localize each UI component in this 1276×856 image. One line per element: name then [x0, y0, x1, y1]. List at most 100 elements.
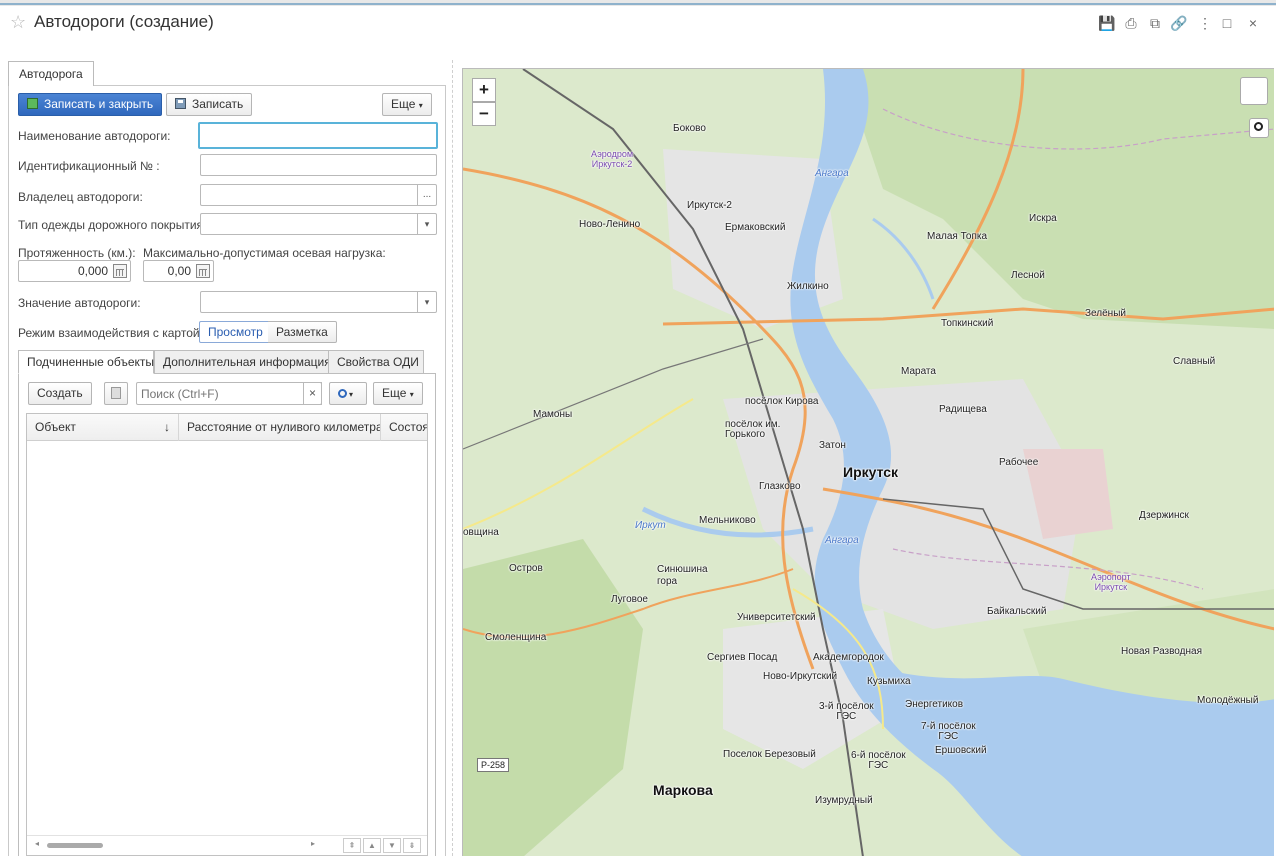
road-owner-input[interactable]: [200, 184, 418, 206]
axle-load-input[interactable]: 0,00: [143, 260, 214, 282]
scroll-right-icon[interactable]: ▸: [311, 839, 315, 848]
place-label: Сергиев Посад: [707, 652, 778, 663]
road-owner-label: Владелец автодороги:: [18, 190, 143, 204]
place-label: 3-й посёлок ГЭС: [819, 701, 874, 722]
scroll-up-icon[interactable]: ▲: [363, 838, 381, 853]
scroll-first-icon[interactable]: ⇞: [343, 838, 361, 853]
road-name-label: Наименование автодороги:: [18, 129, 171, 143]
place-label: Затон: [819, 440, 846, 451]
calculator-icon[interactable]: [196, 264, 210, 278]
link-icon[interactable]: 🔗: [1170, 14, 1188, 32]
id-number-label: Идентификационный № :: [18, 159, 160, 173]
list-more-button[interactable]: Еще ▾: [373, 382, 423, 405]
place-label: Энергетиков: [905, 699, 964, 710]
map-layer-button[interactable]: [1240, 77, 1268, 105]
surface-type-dropdown[interactable]: ▾: [417, 213, 437, 235]
place-label: посёлок им. Горького: [725, 419, 781, 440]
more-button[interactable]: Еще ▾: [382, 93, 432, 116]
road-name-input[interactable]: [198, 122, 438, 149]
place-label: Ершовский: [935, 745, 987, 756]
chevron-down-icon: ▾: [424, 219, 430, 229]
print-icon[interactable]: ⎙: [1122, 14, 1140, 32]
chevron-down-icon: ▾: [424, 297, 430, 307]
create-button[interactable]: Создать: [28, 382, 92, 405]
place-label: Синюшина гора: [657, 564, 708, 587]
more-label: Еще: [391, 97, 416, 111]
column-distance[interactable]: Расстояние от нуливого километра: [179, 414, 381, 441]
window-accent-line: [0, 3, 1276, 5]
save-icon[interactable]: 💾: [1098, 14, 1116, 32]
place-label: Университетский: [737, 612, 816, 623]
road-significance-dropdown[interactable]: ▾: [417, 291, 437, 313]
place-label: Изумрудный: [815, 795, 873, 806]
more-actions-icon[interactable]: ⋮: [1196, 14, 1214, 32]
road-significance-input[interactable]: [200, 291, 418, 313]
place-label: Славный: [1173, 356, 1216, 367]
place-label: Ново-Иркутский: [763, 671, 838, 682]
tab-odi-properties[interactable]: Свойства ОДИ: [328, 350, 424, 374]
map-mode-label: Режим взаимодействия с картой:: [18, 326, 203, 340]
id-number-input[interactable]: [200, 154, 437, 176]
surface-type-input[interactable]: [200, 213, 418, 235]
preview-icon[interactable]: ⧉: [1146, 14, 1164, 32]
scroll-last-icon[interactable]: ⇟: [403, 838, 421, 853]
place-label: Молодёжный: [1197, 695, 1259, 706]
place-label: Глазково: [759, 481, 801, 492]
panel-splitter[interactable]: [452, 60, 453, 856]
favorite-star-icon[interactable]: ☆: [10, 12, 26, 32]
tab-additional-info[interactable]: Дополнительная информация: [154, 350, 331, 374]
tab-subordinate-objects[interactable]: Подчиненные объекты: [18, 350, 154, 374]
place-label: Академгородок: [813, 652, 884, 663]
place-label: Малая Топка: [927, 231, 988, 242]
length-input[interactable]: 0,000: [18, 260, 131, 282]
maximize-icon[interactable]: □: [1218, 14, 1236, 32]
save-button[interactable]: Записать: [166, 93, 253, 116]
place-label: Мамоны: [533, 409, 573, 420]
place-label: Аэродром Иркутск-2: [591, 149, 634, 169]
road-significance-label: Значение автодороги:: [18, 296, 141, 310]
place-label: Искра: [1029, 213, 1057, 224]
place-label: Маркова: [653, 782, 713, 798]
save-green-icon: [27, 98, 38, 109]
map-tiles: [463, 69, 1274, 856]
column-status[interactable]: Состоя: [381, 414, 427, 441]
map-search-button[interactable]: [1249, 118, 1269, 138]
save-label: Записать: [192, 97, 244, 111]
owner-select-button[interactable]: ...: [417, 184, 437, 206]
window-title: Автодороги (создание): [34, 12, 214, 31]
search-button[interactable]: ▾: [329, 382, 367, 405]
copy-button[interactable]: [104, 382, 128, 405]
place-label: Кузьмиха: [867, 676, 911, 687]
length-value: 0,000: [77, 264, 108, 278]
zoom-out-button[interactable]: −: [472, 102, 496, 126]
zoom-in-button[interactable]: +: [472, 78, 496, 102]
search-input[interactable]: [136, 382, 322, 405]
search-clear-icon[interactable]: ×: [303, 382, 322, 405]
place-label: овщина: [463, 527, 499, 538]
close-icon[interactable]: ×: [1244, 14, 1262, 32]
place-label: Топкинский: [941, 318, 994, 329]
calculator-icon[interactable]: [113, 264, 127, 278]
floppy-icon: [175, 98, 186, 109]
tab-road[interactable]: Автодорога: [8, 61, 94, 86]
place-label: Новая Разводная: [1121, 646, 1202, 657]
place-label: Иркутск: [843, 464, 899, 480]
list-more-label: Еще: [382, 386, 407, 400]
save-and-close-button[interactable]: Записать и закрыть: [18, 93, 163, 116]
map-view[interactable]: + − Р-258 Боково Аэродром Иркутск-2 Анга…: [462, 68, 1274, 856]
place-label: Аэропорт Иркутск: [1091, 572, 1131, 592]
scroll-down-icon[interactable]: ▼: [383, 838, 401, 853]
column-object[interactable]: Объект ↓: [27, 414, 179, 441]
scroll-thumb[interactable]: [47, 843, 103, 848]
place-label: Байкальский: [987, 606, 1047, 617]
place-label: Радищева: [939, 404, 987, 415]
map-mode-markup-button[interactable]: Разметка: [268, 321, 337, 343]
sort-arrow-icon: ↓: [164, 420, 170, 434]
title-bar: ☆ Автодороги (создание) 💾 ⎙ ⧉ 🔗 ⋮ □ ×: [0, 6, 1276, 40]
horizontal-scrollbar[interactable]: ◂ ▸ ⇞ ▲ ▼ ⇟: [27, 835, 427, 855]
objects-table[interactable]: Объект ↓ Расстояние от нуливого километр…: [26, 413, 428, 856]
scroll-left-icon[interactable]: ◂: [35, 839, 39, 848]
map-mode-view-button[interactable]: Просмотр: [199, 321, 272, 343]
chevron-down-icon: ▾: [418, 101, 423, 110]
place-label: Лесной: [1011, 270, 1045, 281]
